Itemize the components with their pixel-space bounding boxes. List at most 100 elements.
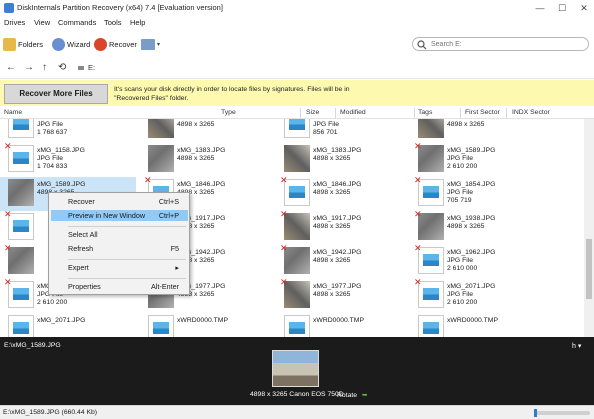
search-input[interactable] <box>431 39 581 49</box>
context-menu-item-expert[interactable]: Expert ▸ <box>51 262 188 273</box>
menu-drives[interactable]: Drives <box>4 18 25 27</box>
image-file-icon <box>8 119 34 138</box>
app-icon <box>4 3 14 13</box>
image-glyph-icon <box>13 119 29 130</box>
file-item[interactable]: ✕ xMG_2071.JPG JPG File 2 610 200 <box>410 278 546 313</box>
preview-image <box>272 350 319 387</box>
menu-item-label: Select All <box>68 230 98 239</box>
photo-thumbnail <box>418 213 444 240</box>
column-tags[interactable]: Tags <box>418 109 432 116</box>
scrollbar-thumb[interactable] <box>586 239 592 299</box>
image-glyph-icon <box>13 322 29 334</box>
up-button[interactable]: ↑ <box>42 62 47 73</box>
preview-options-button[interactable]: h ▾ <box>572 342 581 350</box>
file-item[interactable]: xWRD0000.TMP <box>140 313 276 337</box>
image-glyph-icon <box>423 322 439 334</box>
file-item[interactable]: xMG_1383.JPG 4898 x 3265 <box>276 143 412 177</box>
file-item[interactable]: 4898 x 3265 <box>140 119 276 143</box>
deleted-mark-icon: ✕ <box>414 175 422 185</box>
minimize-button[interactable]: — <box>534 2 546 14</box>
drive-icon <box>78 66 84 70</box>
zoom-slider-handle[interactable] <box>534 409 537 417</box>
file-item[interactable]: ✕ xMG_1942.JPG4898 x 3265 <box>276 243 412 279</box>
menu-help[interactable]: Help <box>130 18 145 27</box>
context-menu-item-refresh[interactable]: Refresh F5 <box>51 243 188 254</box>
deleted-mark-icon: ✕ <box>414 243 422 253</box>
column-name[interactable]: Name <box>4 109 22 116</box>
file-item[interactable]: xMG_2071.JPG <box>0 313 136 337</box>
chevron-down-icon: ▾ <box>157 41 161 48</box>
rotate-icon: ➥ <box>361 392 368 399</box>
file-name: xMG_1977.JPG <box>313 283 362 290</box>
context-menu-item-preview-in-new-window[interactable]: Preview in New Window Ctrl+P <box>51 210 188 221</box>
folder-icon <box>3 37 16 51</box>
file-item[interactable]: ✕ xMG_1938.JPG 4898 x 3265 <box>410 210 546 245</box>
back-button[interactable]: ← <box>6 62 16 73</box>
image-glyph-icon <box>423 186 439 198</box>
maximize-button[interactable]: ☐ <box>556 2 568 14</box>
folders-button[interactable]: Folders <box>3 35 43 53</box>
file-detail: 4898 x 3265 <box>447 223 485 230</box>
file-detail: 4898 x 3265 <box>177 121 215 128</box>
file-name: xMG_1854.JPG <box>447 181 496 188</box>
photo-thumbnail <box>8 247 34 274</box>
column-type[interactable]: Type <box>221 109 236 116</box>
submenu-arrow-icon: ▸ <box>175 263 179 272</box>
file-item[interactable]: JPG File 856 701 <box>276 119 412 143</box>
file-name: xMG_1917.JPG <box>313 215 362 222</box>
image-glyph-icon <box>423 288 439 300</box>
file-item[interactable]: ✕ xMG_1854.JPG JPG File 705 719 <box>410 175 546 211</box>
column-modified[interactable]: Modified <box>340 109 366 116</box>
wizard-button[interactable]: Wizard <box>52 35 90 53</box>
file-item[interactable]: ✕ xMG_1962.JPG JPG File 2 610 000 <box>410 243 546 279</box>
context-menu-item-properties[interactable]: Properties Alt-Enter <box>51 281 188 292</box>
file-item[interactable]: xWRD0000.TMP <box>410 313 546 337</box>
recover-button[interactable]: Recover <box>94 35 137 53</box>
file-detail: 4898 x 3265 <box>447 121 485 128</box>
column-first-sector[interactable]: First Sector <box>465 109 500 116</box>
zoom-slider[interactable] <box>534 411 590 415</box>
context-menu-item-select-all[interactable]: Select All <box>51 229 188 240</box>
column-indx-sector[interactable]: INDX Sector <box>512 109 550 116</box>
context-menu-item-recover[interactable]: Recover Ctrl+S <box>51 196 188 207</box>
file-item[interactable]: ✕ xMG_1846.JPG 4898 x 3265 <box>276 176 412 211</box>
image-glyph-icon <box>289 119 305 130</box>
file-detail: 4898 x 3265 <box>313 291 351 298</box>
file-name: xMG_1962.JPG <box>447 249 496 256</box>
file-item[interactable]: ✕ xMG_1158.JPG JPG File 1 704 833 <box>0 142 136 177</box>
file-size: 1 768 637 <box>37 129 68 136</box>
image-file-icon <box>8 281 34 308</box>
file-item[interactable]: ✕ xMG_1977.JPG4898 x 3265 <box>276 278 412 313</box>
column-size[interactable]: Size <box>306 109 319 116</box>
forward-button[interactable]: → <box>24 62 34 73</box>
address-path[interactable]: E: <box>88 63 95 72</box>
file-name: xMG_1158.JPG <box>37 147 85 154</box>
close-button[interactable]: ✕ <box>578 2 590 14</box>
recover-icon <box>94 37 107 51</box>
deleted-mark-icon: ✕ <box>280 243 288 253</box>
image-glyph-icon <box>423 254 439 266</box>
file-item[interactable]: ✕ xMG_1589.JPG JPG File 2 610 200 <box>410 142 546 177</box>
rotate-button[interactable]: Rotate ➥ <box>337 391 368 399</box>
vertical-scrollbar[interactable] <box>584 119 594 337</box>
menu-tools[interactable]: Tools <box>104 18 122 27</box>
file-name: xWRD0000.TMP <box>313 317 364 324</box>
photo-thumbnail <box>8 179 34 206</box>
search-box[interactable] <box>412 37 589 51</box>
recover-more-files-button[interactable]: Recover More Files <box>4 84 108 104</box>
status-text: E:\xMG_1589.JPG (660.44 Kb) <box>3 409 98 416</box>
file-name: xWRD0000.TMP <box>177 317 228 324</box>
photo-thumbnail <box>284 213 310 240</box>
file-item[interactable]: JPG File 1 768 637 <box>0 119 136 143</box>
menu-commands[interactable]: Commands <box>58 18 96 27</box>
file-item[interactable]: xWRD0000.TMP <box>276 313 412 337</box>
file-item[interactable]: xMG_1383.JPG 4898 x 3265 <box>140 143 276 177</box>
column-divider <box>506 108 507 118</box>
file-item[interactable]: 4898 x 3265 <box>410 119 546 143</box>
file-size: 705 719 <box>447 197 472 204</box>
history-button[interactable]: ⟲ <box>58 62 66 73</box>
view-mode-button[interactable]: ▾ <box>141 35 160 53</box>
menu-view[interactable]: View <box>34 18 50 27</box>
file-item[interactable]: ✕ xMG_1917.JPG4898 x 3265 <box>276 210 412 245</box>
file-size: 2 610 000 <box>447 265 478 272</box>
